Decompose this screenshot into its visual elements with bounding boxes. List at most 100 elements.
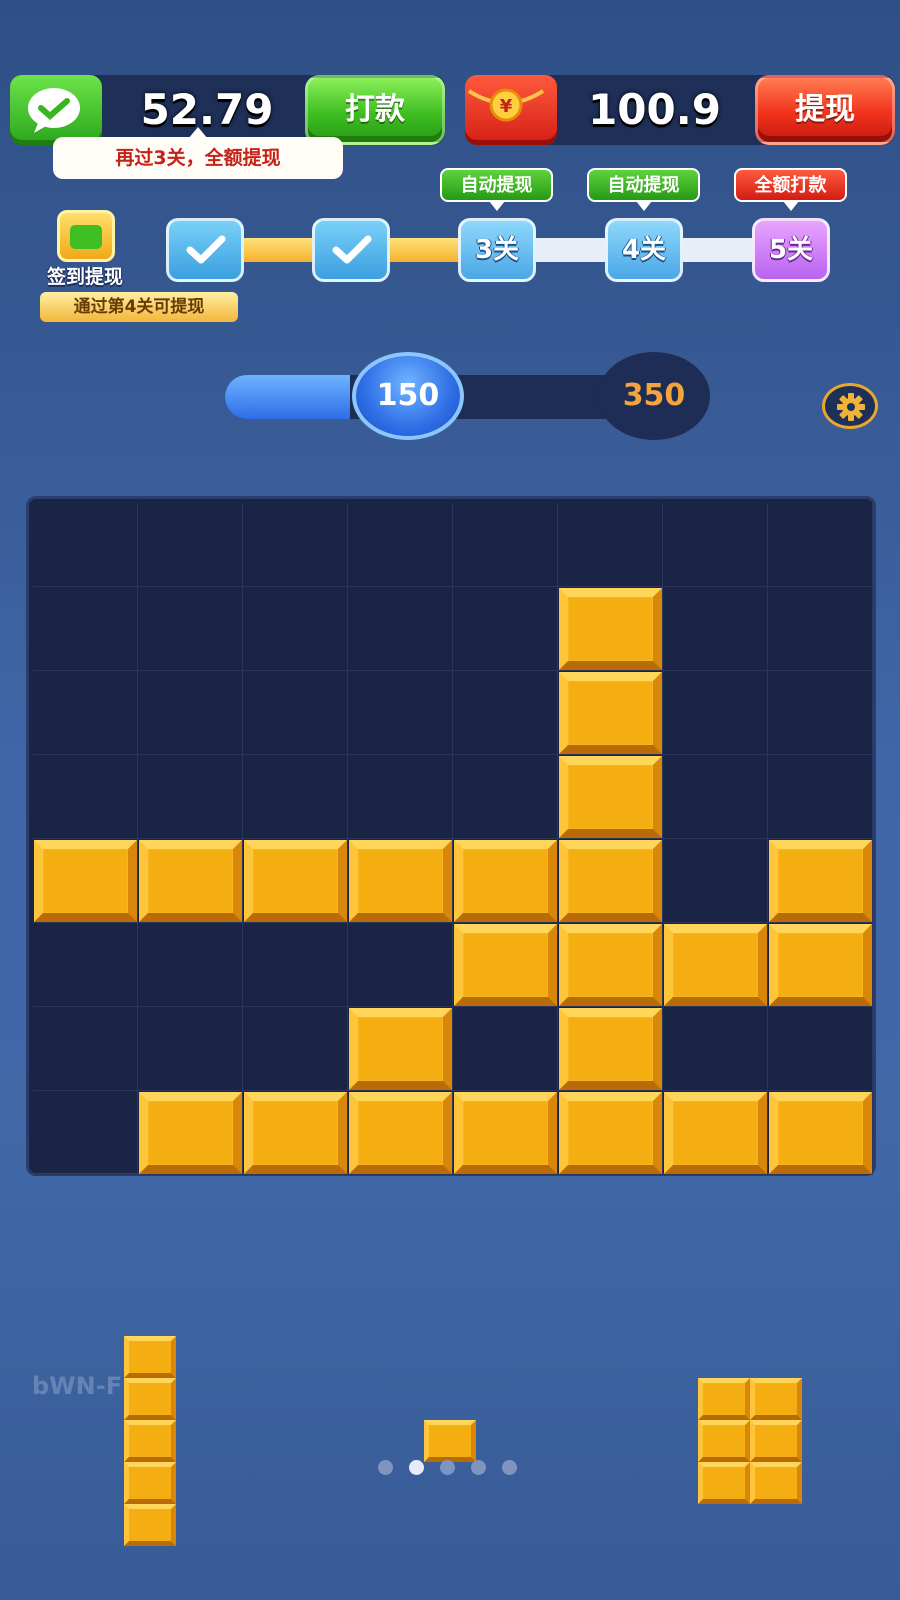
- board-block: [559, 672, 662, 754]
- board-cell[interactable]: [453, 1007, 558, 1091]
- board-cell[interactable]: [138, 1007, 243, 1091]
- step-3-tag: 自动提现: [440, 168, 553, 211]
- board-block: [244, 1092, 347, 1174]
- board-block: [769, 924, 872, 1006]
- board-block: [559, 1008, 662, 1090]
- withdraw-button[interactable]: 提现: [755, 75, 895, 145]
- level-step-4[interactable]: 4关: [605, 218, 683, 282]
- red-envelope-icon: ¥: [465, 75, 557, 145]
- redpack-balance: 100.9: [588, 85, 721, 134]
- board-cell[interactable]: [348, 671, 453, 755]
- board-cell[interactable]: [768, 587, 873, 671]
- settings-button[interactable]: [822, 383, 878, 429]
- check-icon: [332, 235, 372, 264]
- board-block: [454, 840, 557, 922]
- board-cell[interactable]: [33, 1007, 138, 1091]
- board-cell[interactable]: [453, 587, 558, 671]
- target-score: 350: [598, 352, 710, 440]
- board-cell[interactable]: [243, 671, 348, 755]
- pager-dot: [471, 1460, 486, 1475]
- withdraw-tip: 再过3关，全额提现: [53, 127, 343, 179]
- board-cell[interactable]: [33, 503, 138, 587]
- board-cell[interactable]: [243, 503, 348, 587]
- level-step-3[interactable]: 3关: [458, 218, 536, 282]
- pager-dots: [378, 1458, 528, 1478]
- board-block: [769, 1092, 872, 1174]
- board-cell[interactable]: [348, 923, 453, 1007]
- board-cell[interactable]: [663, 1007, 768, 1091]
- board-block: [349, 1092, 452, 1174]
- piece-block: [750, 1462, 802, 1504]
- board-cell[interactable]: [453, 671, 558, 755]
- game-board[interactable]: [26, 496, 876, 1176]
- payout-button[interactable]: 打款: [305, 75, 445, 145]
- piece-block: [124, 1504, 176, 1546]
- board-cell[interactable]: [453, 755, 558, 839]
- board-cell[interactable]: [348, 587, 453, 671]
- board-cell[interactable]: [33, 587, 138, 671]
- board-block: [559, 924, 662, 1006]
- signin-withdraw-button[interactable]: 签到提现: [30, 210, 140, 290]
- board-cell[interactable]: [243, 587, 348, 671]
- signin-label: 签到提现: [46, 266, 123, 288]
- board-cell[interactable]: [33, 923, 138, 1007]
- board-cell[interactable]: [33, 755, 138, 839]
- board-cell[interactable]: [768, 755, 873, 839]
- piece-block: [698, 1420, 750, 1462]
- board-block: [139, 840, 242, 922]
- piece-block: [698, 1462, 750, 1504]
- piece-block: [124, 1420, 176, 1462]
- board-cell[interactable]: [348, 503, 453, 587]
- step-4-tag: 自动提现: [587, 168, 700, 211]
- board-cell[interactable]: [768, 671, 873, 755]
- piece-block: [124, 1462, 176, 1504]
- board-cell[interactable]: [768, 503, 873, 587]
- board-cell[interactable]: [243, 923, 348, 1007]
- board-block: [769, 840, 872, 922]
- board-block: [454, 924, 557, 1006]
- pager-dot: [502, 1460, 517, 1475]
- board-block: [664, 1092, 767, 1174]
- board-cell[interactable]: [138, 923, 243, 1007]
- level-step-5[interactable]: 5关: [752, 218, 830, 282]
- board-cell[interactable]: [453, 503, 558, 587]
- board-cell[interactable]: [663, 755, 768, 839]
- board-cell[interactable]: [243, 1007, 348, 1091]
- board-cell[interactable]: [663, 503, 768, 587]
- board-cell[interactable]: [768, 1007, 873, 1091]
- board-block: [349, 1008, 452, 1090]
- piece-block: [698, 1378, 750, 1420]
- board-cell[interactable]: [663, 839, 768, 923]
- board-block: [244, 840, 347, 922]
- level-step-1[interactable]: [166, 218, 244, 282]
- board-cell[interactable]: [138, 755, 243, 839]
- board-block: [139, 1092, 242, 1174]
- board-cell[interactable]: [558, 503, 663, 587]
- board-cell[interactable]: [138, 587, 243, 671]
- level-step-2[interactable]: [312, 218, 390, 282]
- wechat-icon: [10, 75, 102, 145]
- check-icon: [186, 235, 226, 264]
- board-cell[interactable]: [138, 503, 243, 587]
- board-cell[interactable]: [663, 587, 768, 671]
- svg-text:¥: ¥: [500, 96, 513, 117]
- pager-dot: [409, 1460, 424, 1475]
- board-block: [34, 840, 137, 922]
- board-grid: [33, 503, 873, 1175]
- wallet-bar: 52.79 打款: [10, 75, 445, 145]
- piece-block: [424, 1420, 476, 1462]
- board-cell[interactable]: [348, 755, 453, 839]
- board-cell[interactable]: [33, 671, 138, 755]
- board-cell[interactable]: [138, 671, 243, 755]
- board-cell[interactable]: [243, 755, 348, 839]
- pager-dot: [378, 1460, 393, 1475]
- piece-block: [124, 1378, 176, 1420]
- board-block: [559, 1092, 662, 1174]
- board-cell[interactable]: [663, 671, 768, 755]
- board-block: [559, 840, 662, 922]
- current-score: 150: [352, 352, 464, 440]
- board-cell[interactable]: [33, 1091, 138, 1175]
- board-block: [559, 756, 662, 838]
- board-block: [454, 1092, 557, 1174]
- board-block: [664, 924, 767, 1006]
